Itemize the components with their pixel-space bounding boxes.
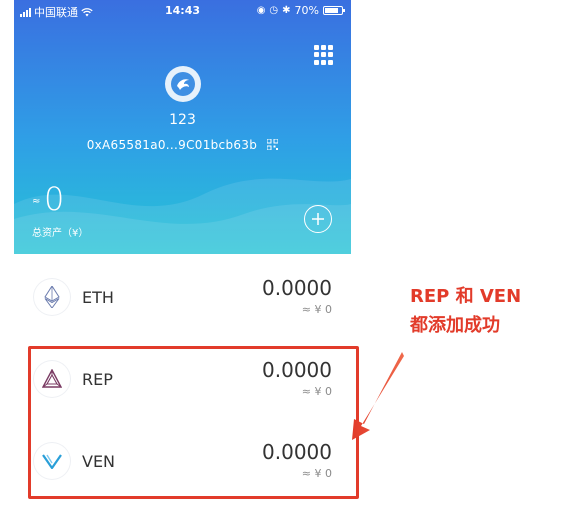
annotation-callout: REP 和 VEN 都添加成功 — [410, 282, 521, 340]
callout-line-1: REP 和 VEN — [410, 286, 522, 307]
annotation-arrow — [352, 352, 404, 440]
callout-line-2: 都添加成功 — [410, 315, 500, 336]
